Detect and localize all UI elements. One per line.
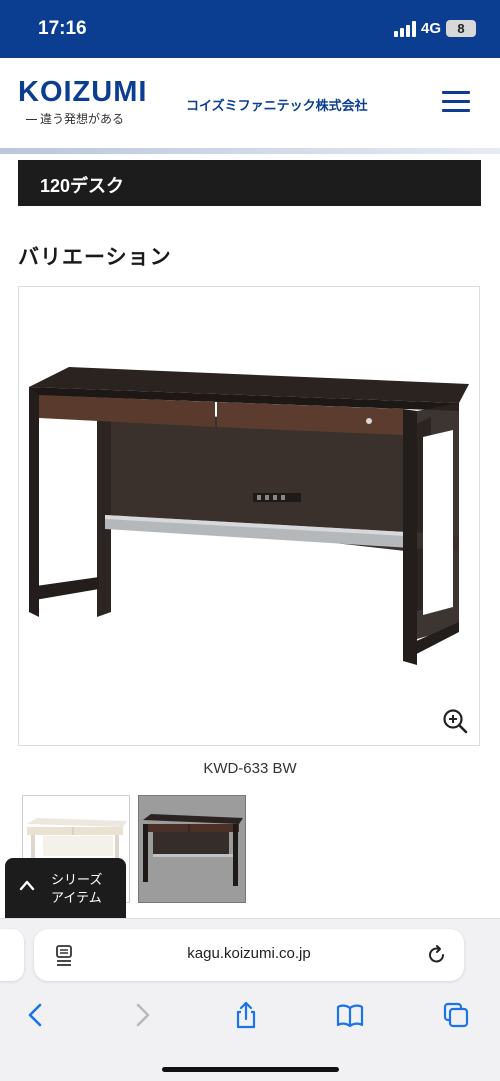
desk-image[interactable] bbox=[19, 287, 479, 745]
company-name[interactable]: コイズミファニテック株式会社 bbox=[186, 95, 368, 114]
dark-desk-thumbnail bbox=[143, 814, 243, 886]
share-icon[interactable] bbox=[232, 1001, 260, 1029]
status-time: 17:16 bbox=[38, 18, 87, 39]
browser-toolbar: kagu.koizumi.co.jp bbox=[0, 918, 500, 1081]
back-icon[interactable] bbox=[22, 1001, 50, 1029]
variant-thumbnail-dark[interactable] bbox=[138, 795, 246, 903]
home-indicator[interactable] bbox=[162, 1067, 339, 1072]
zoom-in-icon[interactable] bbox=[441, 707, 469, 735]
header-divider bbox=[0, 148, 500, 154]
network-type: 4G bbox=[421, 20, 442, 37]
tabs-icon[interactable] bbox=[442, 1001, 470, 1029]
address-bar[interactable]: kagu.koizumi.co.jp bbox=[34, 929, 464, 981]
battery-icon: 8 bbox=[446, 20, 476, 37]
url-text[interactable]: kagu.koizumi.co.jp bbox=[34, 945, 464, 962]
reload-icon[interactable] bbox=[426, 944, 448, 966]
signal-icon bbox=[394, 21, 416, 37]
series-button-label-line1: シリーズ bbox=[51, 872, 103, 887]
koizumi-logo[interactable]: KOIZUMI bbox=[18, 76, 147, 109]
forward-icon[interactable] bbox=[128, 1001, 156, 1029]
bookmarks-icon[interactable] bbox=[336, 1001, 364, 1029]
logo-tagline: 違う発想がある bbox=[25, 112, 125, 126]
hamburger-menu-icon[interactable] bbox=[442, 91, 472, 113]
page-title: 120デスク bbox=[40, 176, 125, 196]
site-header: KOIZUMI 違う発想がある コイズミファニテック株式会社 bbox=[0, 58, 500, 148]
status-bar: 17:16 4G 8 bbox=[0, 0, 500, 58]
product-caption: KWD-633 BW bbox=[203, 760, 297, 777]
section-heading: バリエーション bbox=[18, 246, 172, 269]
chevron-up-icon bbox=[19, 880, 35, 891]
series-items-button[interactable]: シリーズ アイテム bbox=[5, 858, 126, 918]
series-button-label-line2: アイテム bbox=[51, 890, 102, 905]
previous-tab-preview[interactable] bbox=[0, 929, 24, 981]
page-title-bar: 120デスク bbox=[18, 160, 481, 206]
product-image-frame[interactable] bbox=[18, 286, 480, 746]
